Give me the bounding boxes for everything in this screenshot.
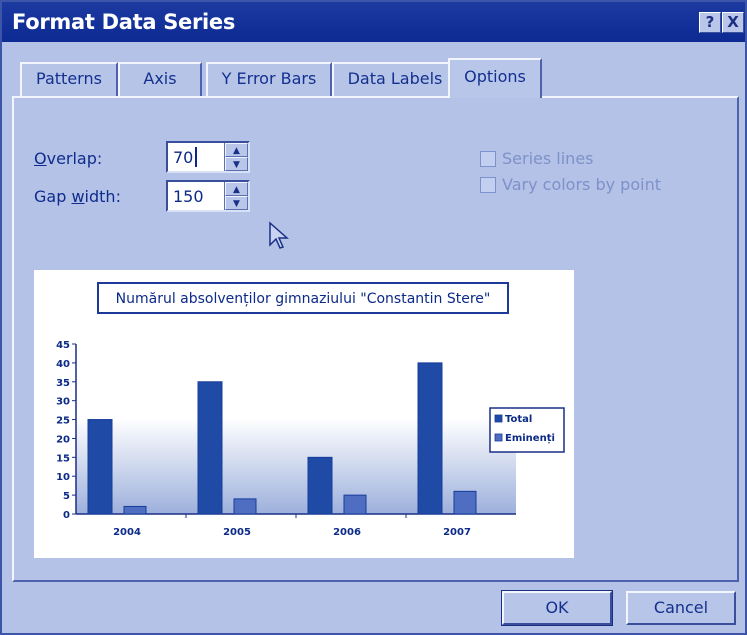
legend-swatch xyxy=(494,433,503,442)
help-button[interactable]: ? xyxy=(699,12,721,33)
chart-legend: Total Eminenți xyxy=(489,407,565,453)
spin-down-icon[interactable]: ▼ xyxy=(225,157,248,171)
chart-title: Numărul absolvenților gimnaziului "Const… xyxy=(116,291,491,307)
y-tick-label: 35 xyxy=(56,378,70,389)
close-button[interactable]: X xyxy=(722,12,744,33)
series-lines-label: Series lines xyxy=(502,149,594,168)
bar-eminenti xyxy=(453,490,477,515)
format-data-series-dialog: Format Data Series ? X Patterns Axis Y E… xyxy=(0,0,747,635)
title-bar[interactable]: Format Data Series ? X xyxy=(2,2,745,42)
gap-width-spin-arrows: ▲ ▼ xyxy=(224,182,248,210)
y-tick-label: 30 xyxy=(56,397,70,408)
overlap-label: Overlap: xyxy=(34,149,103,168)
bar-eminenti xyxy=(343,494,367,515)
tab-patterns[interactable]: Patterns xyxy=(20,62,118,96)
gap-width-label: Gap width: xyxy=(34,187,121,206)
mouse-pointer-icon xyxy=(269,221,289,249)
tab-data-labels[interactable]: Data Labels xyxy=(332,62,458,96)
x-tick-label: 2006 xyxy=(333,527,361,538)
text-caret xyxy=(195,147,197,167)
x-tick-label: 2005 xyxy=(223,527,251,538)
overlap-spin-arrows: ▲ ▼ xyxy=(224,143,248,171)
spin-up-icon[interactable]: ▲ xyxy=(225,182,248,196)
y-tick-label: 20 xyxy=(56,434,70,445)
ok-button[interactable]: OK xyxy=(501,590,613,626)
y-tick-label: 25 xyxy=(56,416,70,427)
vary-colors-label: Vary colors by point xyxy=(502,175,661,194)
overlap-value[interactable]: 70 xyxy=(173,148,193,167)
legend-label: Total xyxy=(505,414,532,425)
bar-total xyxy=(307,456,333,515)
y-tick-label: 10 xyxy=(56,472,70,483)
y-tick-label: 45 xyxy=(56,340,70,351)
bar-eminenti xyxy=(123,505,147,515)
y-tick-label: 5 xyxy=(63,491,70,502)
spin-down-icon[interactable]: ▼ xyxy=(225,196,248,210)
dialog-title: Format Data Series xyxy=(12,10,236,34)
legend-label: Eminenți xyxy=(505,433,555,444)
bar-eminenti xyxy=(233,498,257,515)
series-lines-checkbox[interactable] xyxy=(480,151,496,167)
chart-preview: Numărul absolvenților gimnaziului "Const… xyxy=(34,270,574,558)
legend-swatch xyxy=(494,414,503,423)
y-tick-label: 40 xyxy=(56,359,70,370)
tab-axis[interactable]: Axis xyxy=(118,62,202,96)
gap-width-spinner[interactable]: 150 ▲ ▼ xyxy=(166,180,250,212)
chart-svg: Numărul absolvenților gimnaziului "Const… xyxy=(56,282,565,538)
x-tick-label: 2007 xyxy=(443,527,471,538)
bar-total xyxy=(197,381,223,515)
y-tick-label: 0 xyxy=(63,510,70,521)
cancel-button[interactable]: Cancel xyxy=(626,591,736,625)
vary-colors-checkbox[interactable] xyxy=(480,177,496,193)
tab-options[interactable]: Options xyxy=(448,58,542,98)
plot-area xyxy=(76,340,516,514)
bar-total xyxy=(87,419,113,515)
tab-y-error-bars[interactable]: Y Error Bars xyxy=(206,62,332,96)
x-tick-label: 2004 xyxy=(113,527,141,538)
gap-width-value[interactable]: 150 xyxy=(173,187,204,206)
y-tick-label: 15 xyxy=(56,453,70,464)
bar-total xyxy=(417,362,443,515)
overlap-spinner[interactable]: 70 ▲ ▼ xyxy=(166,141,250,173)
spin-up-icon[interactable]: ▲ xyxy=(225,143,248,157)
